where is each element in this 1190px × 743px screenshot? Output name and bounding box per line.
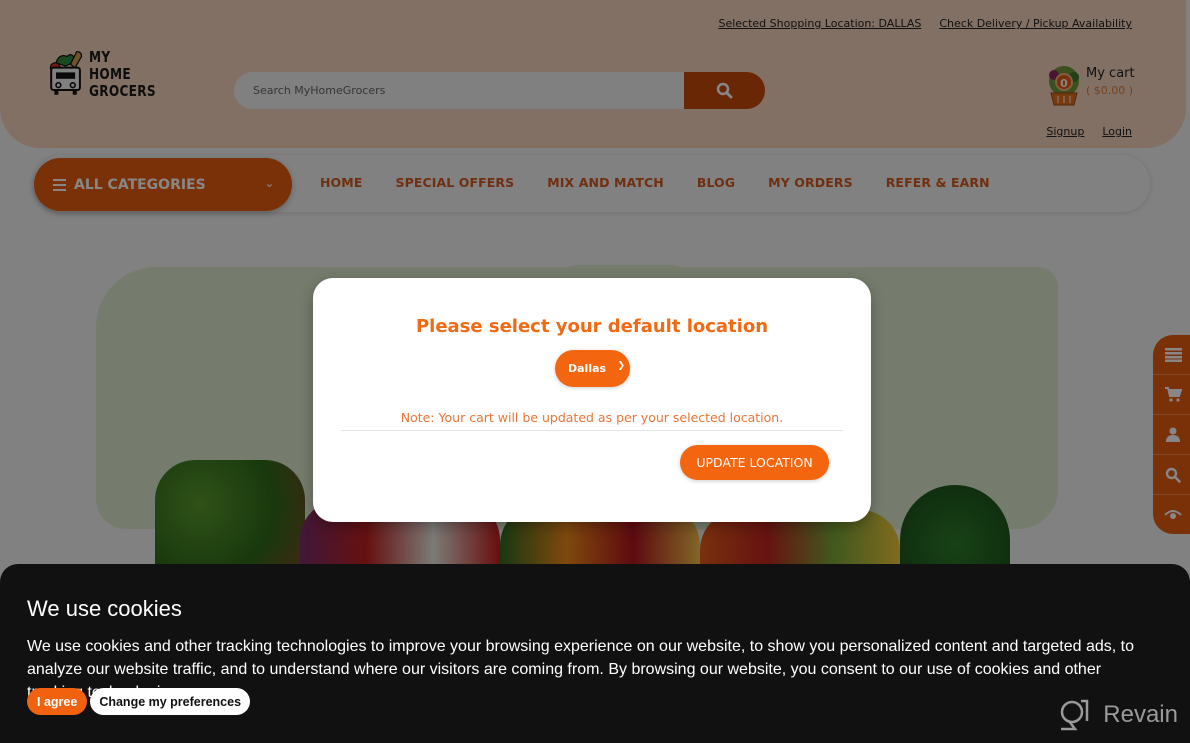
location-select-value: Dallas — [568, 362, 607, 375]
update-location-button[interactable]: UPDATE LOCATION — [680, 445, 829, 480]
divider — [341, 430, 843, 431]
cookie-banner: We use cookies We use cookies and other … — [0, 564, 1190, 743]
agree-button[interactable]: I agree — [27, 688, 88, 715]
change-preferences-button[interactable]: Change my preferences — [90, 688, 251, 715]
revain-label: Revain — [1103, 701, 1178, 728]
cookie-title: We use cookies — [27, 596, 182, 621]
location-modal: Please select your default location Dall… — [313, 278, 871, 522]
location-select[interactable]: Dallas ❯ — [555, 350, 630, 387]
revain-logo-icon — [1061, 699, 1089, 731]
cookie-buttons: I agree Change my preferences — [27, 688, 251, 715]
chevron-down-icon: ❯ — [617, 361, 625, 371]
revain-watermark: Revain — [1059, 699, 1178, 731]
modal-title: Please select your default location — [415, 316, 769, 337]
modal-note: Note: Your cart will be updated as per y… — [400, 410, 784, 425]
